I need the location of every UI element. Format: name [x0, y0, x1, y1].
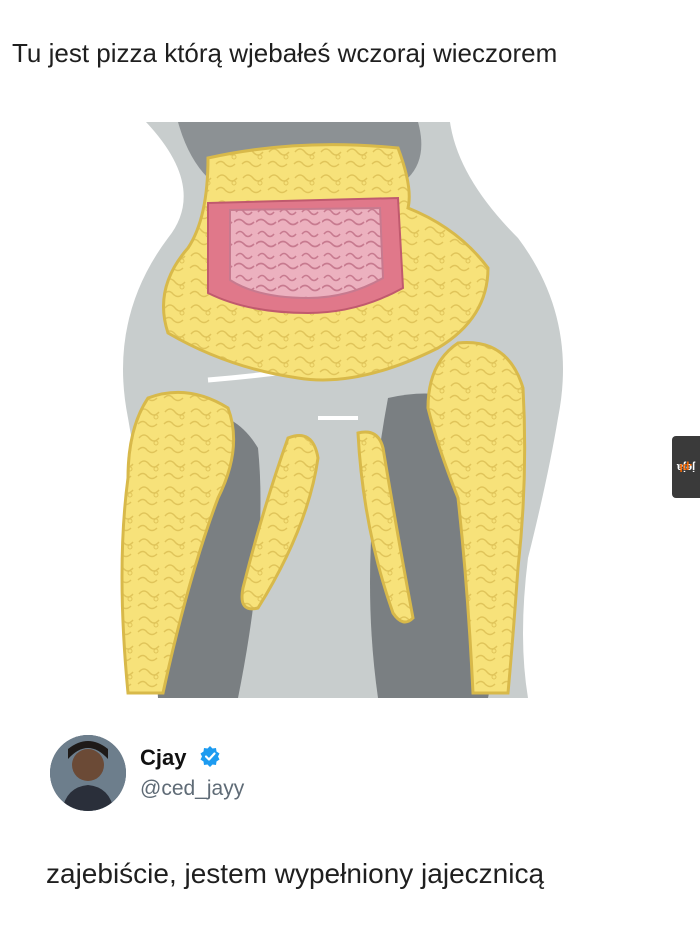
- tweet-author-handle[interactable]: @ced_jayy: [140, 777, 244, 801]
- verified-badge-icon: [200, 746, 220, 767]
- anatomy-illustration: [120, 122, 563, 698]
- tweet-author-name[interactable]: Cjay: [140, 745, 186, 771]
- avatar: [50, 735, 126, 811]
- meme-caption: Tu jest pizza którą wjebałeś wczoraj wie…: [12, 38, 558, 68]
- avatar-image: [50, 735, 126, 811]
- small-intestine: [229, 206, 385, 300]
- tweet-text: zajebiście, jestem wypełniony jajecznicą: [46, 858, 545, 889]
- jeja-watermark: jeja .pl: [672, 436, 700, 498]
